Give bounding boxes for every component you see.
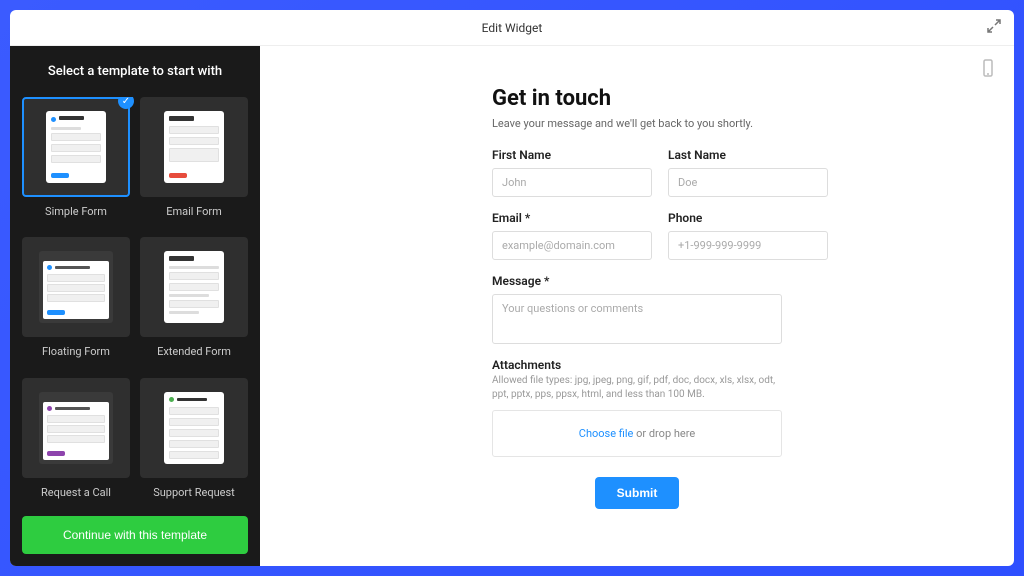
first-name-input[interactable] (492, 168, 652, 197)
template-label: Floating Form (42, 345, 110, 358)
selected-check-icon: ✓ (118, 97, 134, 109)
phone-input[interactable] (668, 231, 828, 260)
content-area: Select a template to start with ✓ (10, 46, 1014, 566)
editor-window: Edit Widget Select a template to start w… (10, 10, 1014, 566)
titlebar: Edit Widget (10, 10, 1014, 46)
file-dropzone[interactable]: Choose file or drop here (492, 410, 782, 457)
template-extended-form[interactable]: Extended Form (140, 237, 248, 363)
drop-hint-text: or drop here (633, 427, 695, 440)
template-label: Simple Form (45, 205, 107, 218)
template-floating-form[interactable]: Floating Form (22, 237, 130, 363)
sidebar-heading: Select a template to start with (22, 64, 248, 79)
last-name-label: Last Name (668, 148, 828, 162)
first-name-label: First Name (492, 148, 652, 162)
expand-icon[interactable] (986, 18, 1002, 34)
template-grid: ✓ Simple Form (22, 97, 248, 504)
preview-pane: Get in touch Leave your message and we'l… (260, 46, 1014, 566)
form-subtitle: Leave your message and we'll get back to… (492, 117, 782, 130)
email-label: Email * (492, 211, 652, 225)
last-name-input[interactable] (668, 168, 828, 197)
continue-button[interactable]: Continue with this template (22, 516, 248, 554)
template-label: Request a Call (41, 486, 111, 499)
template-label: Support Request (153, 486, 235, 499)
template-email-form[interactable]: Email Form (140, 97, 248, 223)
template-sidebar: Select a template to start with ✓ (10, 46, 260, 566)
choose-file-link[interactable]: Choose file (579, 427, 634, 440)
attachments-label: Attachments (492, 358, 782, 372)
attachments-hint: Allowed file types: jpg, jpeg, png, gif,… (492, 374, 782, 402)
message-textarea[interactable] (492, 294, 782, 344)
device-toggle-icon[interactable] (978, 58, 998, 78)
form-preview: Get in touch Leave your message and we'l… (492, 86, 782, 536)
message-label: Message * (492, 274, 782, 288)
email-input[interactable] (492, 231, 652, 260)
template-support-request[interactable]: Support Request (140, 378, 248, 504)
template-simple-form[interactable]: ✓ Simple Form (22, 97, 130, 223)
form-title: Get in touch (492, 86, 782, 111)
window-title: Edit Widget (482, 21, 543, 35)
template-label: Extended Form (157, 345, 231, 358)
submit-button[interactable]: Submit (595, 477, 680, 509)
template-request-call[interactable]: Request a Call (22, 378, 130, 504)
phone-label: Phone (668, 211, 828, 225)
template-label: Email Form (166, 205, 222, 218)
